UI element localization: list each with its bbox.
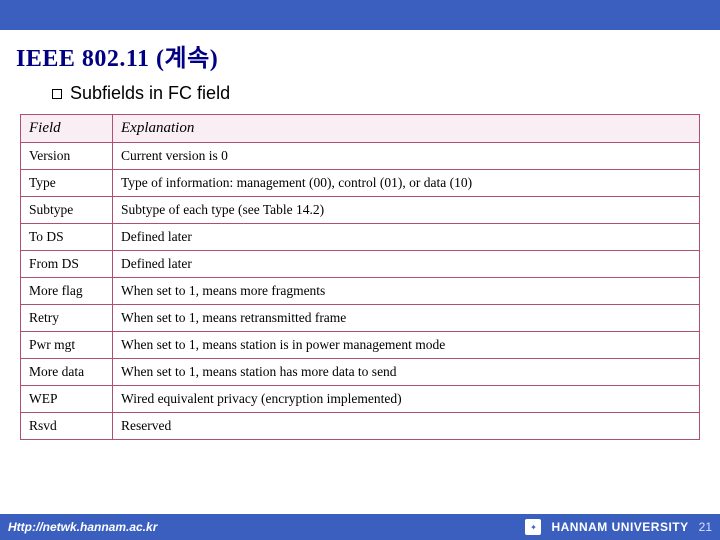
cell-explanation: When set to 1, means station is in power…: [113, 332, 700, 359]
slide-title: IEEE 802.11 (계속): [0, 30, 720, 83]
cell-field: Pwr mgt: [21, 332, 113, 359]
cell-explanation: Defined later: [113, 251, 700, 278]
table-row: WEPWired equivalent privacy (encryption …: [21, 386, 700, 413]
table-row: TypeType of information: management (00)…: [21, 170, 700, 197]
cell-explanation: When set to 1, means retransmitted frame: [113, 305, 700, 332]
footer-bar: Http://netwk.hannam.ac.kr ✦ HANNAM UNIVE…: [0, 514, 720, 540]
square-bullet-icon: [52, 89, 62, 99]
cell-explanation: Subtype of each type (see Table 14.2): [113, 197, 700, 224]
table-row: SubtypeSubtype of each type (see Table 1…: [21, 197, 700, 224]
table-row: RetryWhen set to 1, means retransmitted …: [21, 305, 700, 332]
cell-field: Retry: [21, 305, 113, 332]
cell-field: More data: [21, 359, 113, 386]
table-row: To DSDefined later: [21, 224, 700, 251]
footer-university: HANNAM UNIVERSITY: [551, 520, 688, 534]
cell-field: WEP: [21, 386, 113, 413]
table-row: VersionCurrent version is 0: [21, 143, 700, 170]
fc-subfields-table: Field Explanation VersionCurrent version…: [20, 114, 700, 440]
cell-field: To DS: [21, 224, 113, 251]
subtitle-text: Subfields in FC field: [70, 83, 230, 104]
cell-field: From DS: [21, 251, 113, 278]
cell-explanation: Wired equivalent privacy (encryption imp…: [113, 386, 700, 413]
cell-explanation: Current version is 0: [113, 143, 700, 170]
cell-explanation: Type of information: management (00), co…: [113, 170, 700, 197]
cell-explanation: When set to 1, means station has more da…: [113, 359, 700, 386]
header-field: Field: [21, 115, 113, 143]
table-row: RsvdReserved: [21, 413, 700, 440]
cell-field: More flag: [21, 278, 113, 305]
footer-page-number: 21: [699, 520, 712, 534]
table-row: From DSDefined later: [21, 251, 700, 278]
table-container: Field Explanation VersionCurrent version…: [0, 114, 720, 440]
cell-field: Version: [21, 143, 113, 170]
footer-right-group: ✦ HANNAM UNIVERSITY 21: [525, 519, 712, 535]
table-row: More dataWhen set to 1, means station ha…: [21, 359, 700, 386]
table-row: More flagWhen set to 1, means more fragm…: [21, 278, 700, 305]
table-row: Pwr mgtWhen set to 1, means station is i…: [21, 332, 700, 359]
cell-explanation: Defined later: [113, 224, 700, 251]
cell-field: Subtype: [21, 197, 113, 224]
cell-field: Rsvd: [21, 413, 113, 440]
subtitle-row: Subfields in FC field: [0, 83, 720, 104]
footer-url: Http://netwk.hannam.ac.kr: [8, 520, 157, 534]
cell-field: Type: [21, 170, 113, 197]
university-logo-icon: ✦: [525, 519, 541, 535]
cell-explanation: When set to 1, means more fragments: [113, 278, 700, 305]
cell-explanation: Reserved: [113, 413, 700, 440]
table-header-row: Field Explanation: [21, 115, 700, 143]
top-accent-bar: [0, 0, 720, 30]
slide: IEEE 802.11 (계속) Subfields in FC field F…: [0, 0, 720, 540]
header-explanation: Explanation: [113, 115, 700, 143]
